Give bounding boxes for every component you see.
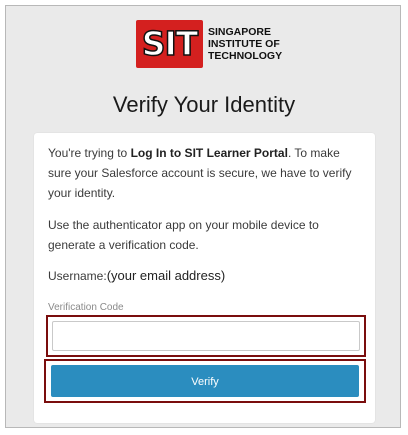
app-name: Log In to SIT Learner Portal [130, 146, 288, 160]
logo-mark-text: SIT [141, 23, 199, 64]
page-frame: SIT SINGAPORE INSTITUTE OF TECHNOLOGY Ve… [5, 5, 401, 428]
logo-wordmark: SINGAPORE INSTITUTE OF TECHNOLOGY [208, 26, 282, 62]
verify-button[interactable]: Verify [51, 365, 359, 397]
button-highlight-box: Verify [44, 359, 366, 403]
verification-code-input[interactable] [52, 321, 360, 351]
logo-line-3: TECHNOLOGY [208, 50, 283, 62]
sit-logo: SIT SINGAPORE INSTITUTE OF TECHNOLOGY [136, 20, 286, 68]
username-row: Username:(your email address) [48, 268, 225, 283]
page-title: Verify Your Identity [112, 92, 296, 117]
logo-mark: SIT [136, 20, 203, 68]
input-highlight-box [46, 315, 366, 357]
logo-line-1: SINGAPORE [208, 26, 272, 38]
logo-line-2: INSTITUTE OF [208, 38, 280, 50]
context-message: You're trying to Log In to SIT Learner P… [48, 143, 366, 203]
username-value: (your email address) [106, 268, 226, 283]
verification-card: You're trying to Log In to SIT Learner P… [34, 133, 375, 423]
instruction-text: Use the authenticator app on your mobile… [48, 218, 319, 252]
verification-code-label: Verification Code [48, 302, 124, 313]
message-prefix: You're trying to [48, 146, 131, 160]
username-label: Username: [48, 269, 107, 283]
